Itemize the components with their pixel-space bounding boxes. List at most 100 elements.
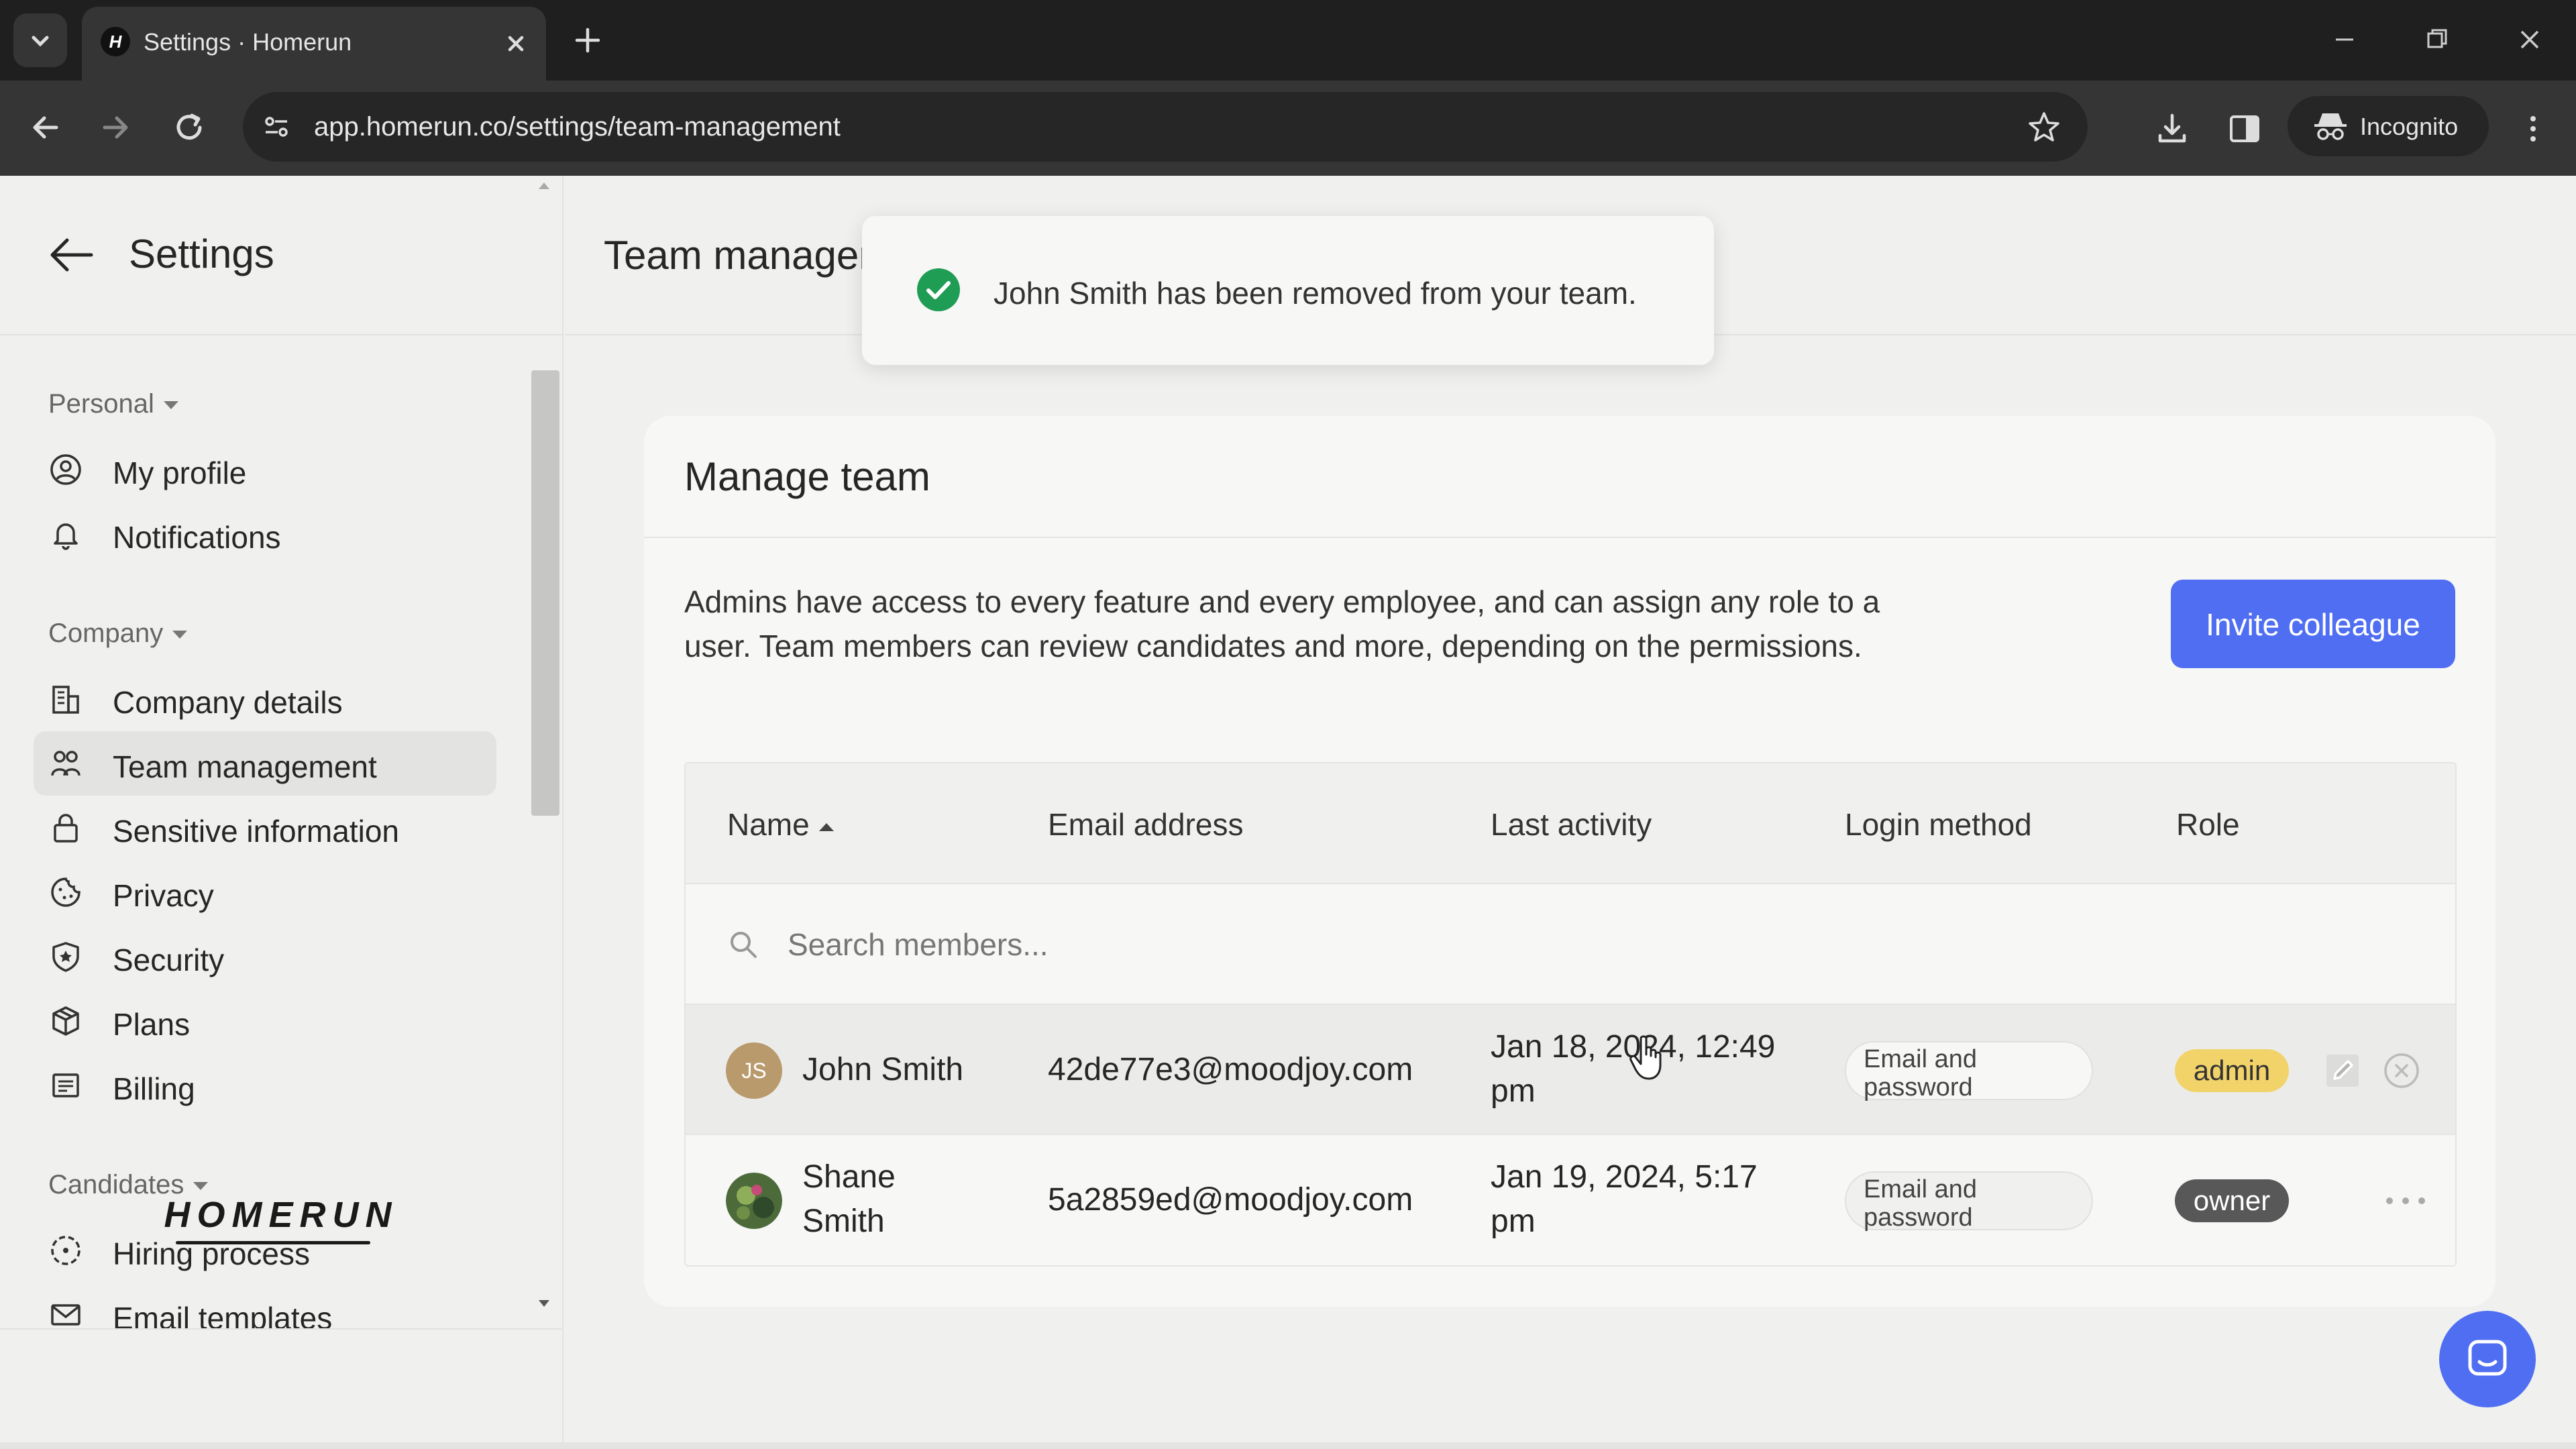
member-name-line: Smith (802, 1203, 885, 1239)
section-label-personal[interactable]: Personal (48, 389, 178, 419)
sidebar-item-my-profile[interactable]: My profile (34, 437, 496, 502)
avatar: JS (726, 1042, 782, 1099)
chat-launcher-button[interactable] (2439, 1311, 2536, 1407)
sidebar-item-notifications[interactable]: Notifications (34, 502, 496, 566)
section-label-text: Company (48, 619, 164, 648)
check-circle-icon (917, 268, 960, 311)
column-header-email: Email address (1048, 807, 1244, 842)
sidebar-item-billing[interactable]: Billing (34, 1053, 496, 1118)
sidebar-title: Settings (129, 231, 274, 276)
search-row (686, 884, 2455, 1005)
close-window-icon[interactable] (2513, 23, 2546, 56)
sidebar-item-label: Privacy (113, 878, 214, 913)
sidebar-item-privacy[interactable]: Privacy (34, 860, 496, 924)
back-nav-icon[interactable] (24, 106, 67, 149)
search-members-input[interactable] (786, 918, 1860, 971)
toast-message: John Smith has been removed from your te… (994, 276, 1637, 311)
shield-star-icon (52, 942, 79, 972)
member-email: 5a2859ed@moodjoy.com (1048, 1182, 1413, 1218)
sidebar-scrollbar-thumb[interactable] (531, 370, 559, 816)
homerun-favicon-icon: H (101, 27, 130, 56)
chevron-down-icon (32, 36, 49, 47)
lock-icon (54, 814, 78, 843)
bookmark-star-icon[interactable] (2026, 109, 2062, 146)
sidebar-item-team-management[interactable]: Team management (34, 731, 496, 796)
cookie-icon (51, 877, 80, 907)
sidebar-item-label: Sensitive information (113, 814, 399, 849)
card-divider (644, 537, 2496, 538)
scroll-up-arrow-icon[interactable] (537, 176, 551, 196)
incognito-icon (2314, 113, 2347, 140)
login-method-line: password (1864, 1073, 1973, 1102)
more-options-icon[interactable] (2380, 1181, 2431, 1221)
remove-member-icon[interactable] (2381, 1051, 2422, 1091)
circle-dashed-icon (51, 1236, 80, 1265)
column-header-name[interactable]: Name (727, 806, 834, 843)
success-toast: John Smith has been removed from your te… (862, 216, 1714, 365)
download-icon[interactable] (2152, 109, 2192, 149)
browser-menu-icon[interactable] (2513, 109, 2553, 149)
column-header-login-method: Login method (1845, 807, 2032, 842)
arrow-left-icon[interactable] (44, 228, 98, 282)
restore-window-icon[interactable] (2420, 23, 2454, 56)
side-panel-icon[interactable] (2224, 109, 2265, 149)
sort-ascending-icon (818, 822, 834, 831)
bell-icon (54, 523, 78, 550)
column-header-last-activity: Last activity (1491, 807, 1652, 842)
settings-sidebar: Settings Personal My profile Notificatio… (0, 176, 564, 1449)
browser-tab-strip: H Settings · Homerun (0, 0, 2576, 80)
column-header-label: Name (727, 807, 810, 842)
edit-pencil-icon[interactable] (2322, 1051, 2363, 1091)
browser-tab-active[interactable]: H Settings · Homerun (82, 7, 546, 80)
receipt-icon (52, 1073, 79, 1097)
forward-nav-icon[interactable] (94, 106, 137, 149)
sidebar-item-plans[interactable]: Plans (34, 989, 496, 1053)
logo-underline (176, 1241, 370, 1244)
invite-colleague-button[interactable]: Invite colleague (2171, 580, 2455, 668)
role-badge-admin: admin (2175, 1049, 2289, 1092)
table-row[interactable]: JS John Smith 42de77e3@moodjoy.com Jan 1… (686, 1005, 2455, 1135)
login-method-line: password (1864, 1203, 1973, 1232)
member-name: Shane Smith (802, 1155, 896, 1244)
sidebar-item-label: Plans (113, 1007, 191, 1042)
url-text: app.homerun.co/settings/team-management (314, 112, 841, 142)
avatar (726, 1173, 782, 1229)
sidebar-item-security[interactable]: Security (34, 924, 496, 989)
column-header-role: Role (2176, 807, 2240, 842)
role-badge-owner: owner (2175, 1179, 2289, 1222)
table-row[interactable]: Shane Smith 5a2859ed@moodjoy.com Jan 19, … (686, 1135, 2455, 1265)
sidebar-item-label: Security (113, 943, 225, 977)
member-name: John Smith (802, 1052, 964, 1087)
sidebar-item-company-details[interactable]: Company details (34, 667, 496, 731)
users-icon (51, 751, 80, 776)
caret-down-icon (172, 631, 188, 639)
section-label-company[interactable]: Company (48, 619, 188, 649)
site-settings-icon[interactable] (260, 111, 292, 143)
login-method-line: Email and (1864, 1045, 1977, 1073)
user-circle-icon (50, 454, 81, 485)
chat-icon (2468, 1340, 2507, 1376)
address-bar[interactable]: app.homerun.co/settings/team-management (243, 92, 2088, 162)
tab-search-button[interactable] (13, 13, 67, 67)
sidebar-item-label: My profile (113, 455, 247, 490)
section-label-text: Personal (48, 389, 154, 419)
login-method-pill: Email and password (1845, 1171, 2093, 1232)
homerun-logo: HOMERUN (164, 1195, 398, 1235)
reload-icon[interactable] (168, 106, 211, 149)
member-name-line: Shane (802, 1159, 896, 1195)
login-method-pill: Email and password (1845, 1041, 2093, 1102)
minimize-window-icon[interactable] (2328, 23, 2361, 56)
card-description: Admins have access to every feature and … (684, 584, 1880, 663)
new-tab-icon[interactable] (569, 21, 606, 59)
incognito-indicator[interactable]: Incognito (2288, 96, 2489, 156)
last-activity-time-suffix: pm (1491, 1203, 1536, 1239)
close-tab-icon[interactable] (499, 27, 533, 60)
sidebar-item-label: Company details (113, 685, 343, 720)
sidebar-item-label: Billing (113, 1071, 195, 1106)
sidebar-item-label: Notifications (113, 520, 281, 555)
window-bottom-edge (0, 1442, 2576, 1449)
search-icon (731, 932, 757, 958)
scroll-down-arrow-icon[interactable] (537, 1293, 551, 1313)
sidebar-item-sensitive-information[interactable]: Sensitive information (34, 796, 496, 860)
login-method-line: Email and (1864, 1175, 1977, 1203)
